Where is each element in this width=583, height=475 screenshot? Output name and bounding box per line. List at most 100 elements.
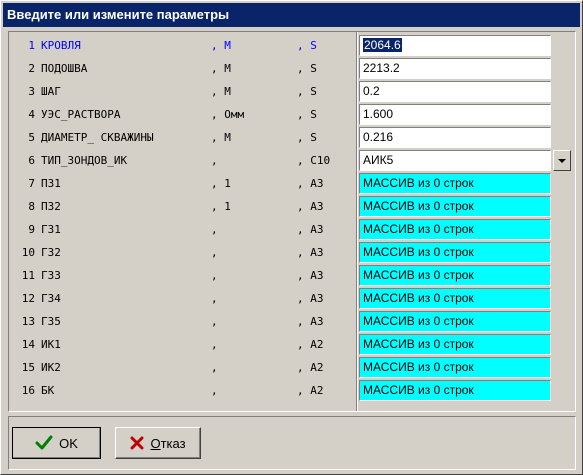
probe-type-select[interactable]: АИК5	[359, 150, 551, 171]
param-name: ГЗ1	[41, 223, 61, 236]
array-field[interactable]: МАССИВ из 0 строк	[359, 334, 551, 355]
param-row-label: 11 ГЗ3, , A3	[9, 264, 354, 287]
param-type: , A2	[297, 338, 324, 351]
param-name: БК	[41, 384, 55, 397]
param-number: 4	[28, 108, 35, 121]
param-unit: ,	[211, 338, 218, 351]
ok-button[interactable]: OK	[12, 427, 101, 459]
param-name: ГЗ4	[41, 292, 61, 305]
param-unit: ,	[211, 154, 218, 167]
cancel-button[interactable]: Отказ	[115, 427, 201, 459]
value-input[interactable]: 0.216	[359, 127, 551, 148]
param-row-label: 10 ГЗ2, , A3	[9, 241, 354, 264]
param-type: , C10	[297, 154, 331, 167]
field-value: 1.600	[363, 107, 394, 121]
array-field[interactable]: МАССИВ из 0 строк	[359, 357, 551, 378]
param-type: , A2	[297, 361, 324, 374]
param-number: 16	[21, 384, 35, 397]
param-row-label: 3 ШАГ , М , S	[9, 80, 354, 103]
param-name: ШАГ	[41, 85, 61, 98]
param-unit: , М	[211, 131, 231, 144]
param-number: 14	[21, 338, 35, 351]
param-number: 6	[28, 154, 35, 167]
param-number: 7	[28, 177, 35, 190]
param-row-label: 15 ИК2, , A2	[9, 356, 354, 379]
param-row-label: 2 ПОДОШВА , М , S	[9, 57, 354, 80]
field-value: МАССИВ из 0 строк	[363, 337, 474, 351]
param-name: ДИАМЕТР_ СКВАЖИНЫ	[41, 131, 154, 144]
param-unit: , 1	[211, 200, 231, 213]
value-input[interactable]: 1.600	[359, 104, 551, 125]
field-value: 0.216	[363, 130, 394, 144]
param-name: ПЗ1	[41, 177, 61, 190]
column-divider	[356, 32, 358, 411]
field-value: МАССИВ из 0 строк	[363, 383, 474, 397]
param-unit: , М	[211, 85, 231, 98]
param-row-label: 13 ГЗ5, , A3	[9, 310, 354, 333]
param-row-label: 12 ГЗ4, , A3	[9, 287, 354, 310]
param-unit: , М	[211, 62, 231, 75]
param-type: , A2	[297, 384, 324, 397]
param-name: ИК1	[41, 338, 61, 351]
button-bar: OK Отказ	[8, 416, 576, 470]
value-input[interactable]: 2064.6	[359, 35, 551, 56]
param-type: , S	[297, 39, 317, 52]
field-value: МАССИВ из 0 строк	[363, 291, 474, 305]
field-value: МАССИВ из 0 строк	[363, 245, 474, 259]
array-field[interactable]: МАССИВ из 0 строк	[359, 242, 551, 263]
param-type: , A3	[297, 223, 324, 236]
value-input[interactable]: 0.2	[359, 81, 551, 102]
param-unit: , Омм	[211, 108, 245, 121]
param-unit: ,	[211, 223, 218, 236]
array-field[interactable]: МАССИВ из 0 строк	[359, 173, 551, 194]
array-field[interactable]: МАССИВ из 0 строк	[359, 288, 551, 309]
field-value: 2213.2	[363, 61, 400, 75]
param-row-label: 5 ДИАМЕТР_ СКВАЖИНЫ , М , S	[9, 126, 354, 149]
param-type: , A3	[297, 177, 324, 190]
param-type: , A3	[297, 269, 324, 282]
value-input[interactable]: 2213.2	[359, 58, 551, 79]
param-number: 5	[28, 131, 35, 144]
param-row-label: 9 ГЗ1, , A3	[9, 218, 354, 241]
cross-icon	[130, 436, 144, 450]
field-value: МАССИВ из 0 строк	[363, 268, 474, 282]
field-value: МАССИВ из 0 строк	[363, 222, 474, 236]
param-type: , A3	[297, 292, 324, 305]
parameters-dialog: Введите или измените параметры 1 КРОВЛЯ , …	[0, 0, 583, 475]
param-name: УЭС_РАСТВОРА	[41, 108, 121, 121]
param-row-label: 6 ТИП_ЗОНДОВ_ИК, , C10	[9, 149, 354, 172]
field-value: МАССИВ из 0 строк	[363, 199, 474, 213]
param-unit: , 1	[211, 177, 231, 190]
param-unit: ,	[211, 384, 218, 397]
param-type: , S	[297, 85, 317, 98]
dropdown-button[interactable]	[553, 150, 571, 171]
param-row-label: 8 ПЗ2 , 1 , A3	[9, 195, 354, 218]
field-value: АИК5	[363, 153, 394, 167]
param-unit: ,	[211, 361, 218, 374]
param-unit: , М	[211, 39, 231, 52]
param-name: КРОВЛЯ	[41, 39, 81, 52]
param-unit: ,	[211, 269, 218, 282]
parameters-panel: 1 КРОВЛЯ , М , S 2064.6 2 ПОДОШВА , М , S 2213.2 3…	[8, 31, 576, 412]
param-row-label: 16 БК, , A2	[9, 379, 354, 402]
check-icon	[35, 435, 53, 451]
field-value: МАССИВ из 0 строк	[363, 176, 474, 190]
param-name: ИК2	[41, 361, 61, 374]
array-field[interactable]: МАССИВ из 0 строк	[359, 196, 551, 217]
param-number: 15	[21, 361, 35, 374]
cancel-button-label: Отказ	[150, 435, 186, 451]
array-field[interactable]: МАССИВ из 0 строк	[359, 265, 551, 286]
field-value: 0.2	[363, 84, 380, 98]
param-row-label: 1 КРОВЛЯ , М , S	[9, 34, 354, 57]
param-unit: ,	[211, 246, 218, 259]
param-name: ПОДОШВА	[41, 62, 88, 75]
param-row-label: 14 ИК1, , A2	[9, 333, 354, 356]
param-number: 3	[28, 85, 35, 98]
array-field[interactable]: МАССИВ из 0 строк	[359, 311, 551, 332]
array-field[interactable]: МАССИВ из 0 строк	[359, 380, 551, 401]
param-number: 8	[28, 200, 35, 213]
param-number: 1	[28, 39, 35, 52]
param-number: 12	[21, 292, 35, 305]
param-number: 10	[21, 246, 35, 259]
array-field[interactable]: МАССИВ из 0 строк	[359, 219, 551, 240]
